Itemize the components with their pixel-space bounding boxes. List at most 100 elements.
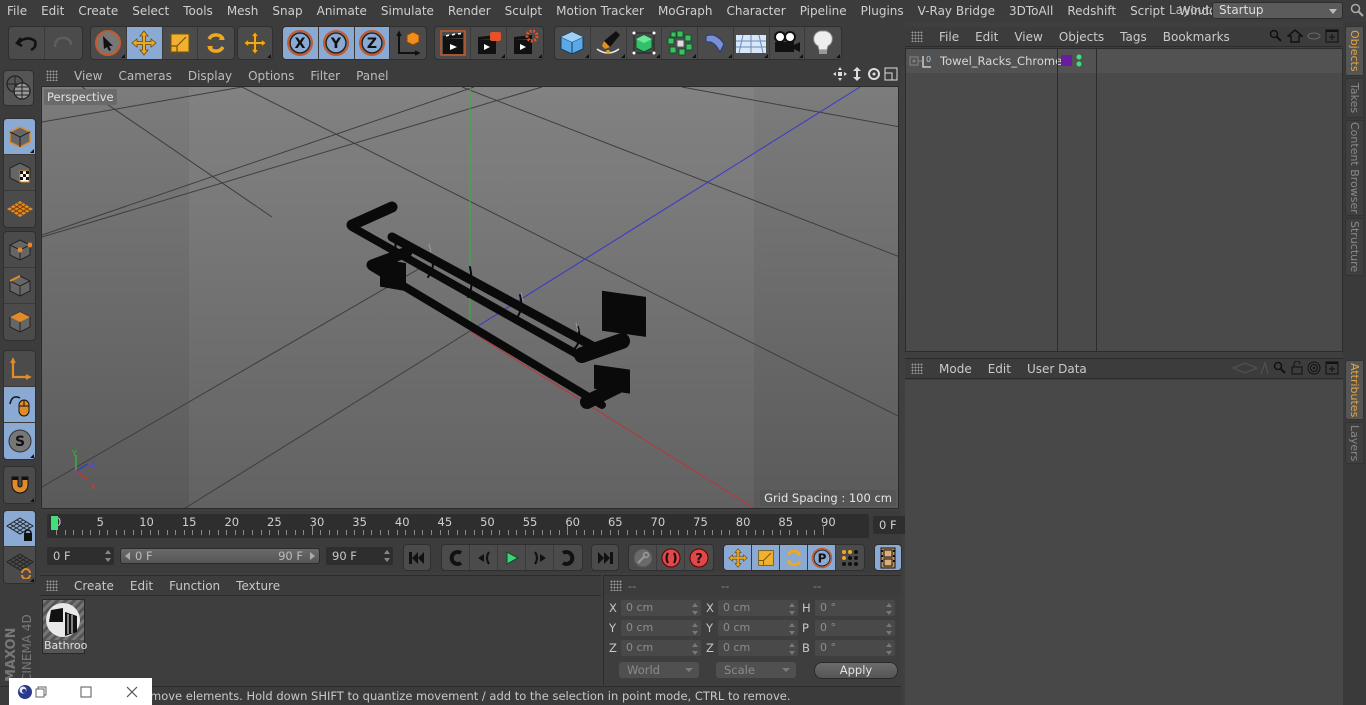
rot-b-field[interactable]: 0 ° bbox=[815, 640, 895, 656]
spinner-icon[interactable] bbox=[789, 623, 795, 635]
move-tool-button[interactable] bbox=[126, 27, 163, 59]
edges-mode-button[interactable] bbox=[4, 268, 35, 304]
key-position-button[interactable] bbox=[724, 545, 752, 570]
menu-plugins[interactable]: Plugins bbox=[854, 4, 911, 18]
menu-motion-tracker[interactable]: Motion Tracker bbox=[549, 4, 651, 18]
object-name[interactable]: Towel_Racks_Chrome bbox=[940, 54, 1062, 68]
back-forward-arrows-icon[interactable] bbox=[1231, 361, 1269, 375]
camera-label[interactable]: Perspective bbox=[44, 89, 117, 105]
workplane-rotate-button[interactable] bbox=[4, 547, 35, 583]
size-z-field[interactable]: 0 cm bbox=[718, 640, 798, 656]
menu-sculpt[interactable]: Sculpt bbox=[498, 4, 549, 18]
menu-tools[interactable]: Tools bbox=[176, 4, 220, 18]
tab-attributes[interactable]: Attributes bbox=[1345, 360, 1364, 420]
spinner-icon[interactable] bbox=[886, 623, 892, 635]
end-frame-field[interactable]: 90 F bbox=[326, 547, 393, 565]
panel-grip-icon[interactable] bbox=[46, 70, 58, 81]
cube-button[interactable] bbox=[555, 27, 591, 59]
apply-button[interactable]: Apply bbox=[814, 662, 898, 679]
panel-grip-icon[interactable] bbox=[911, 31, 923, 42]
maximize-view-icon[interactable] bbox=[884, 67, 898, 81]
material-menu-function[interactable]: Function bbox=[161, 579, 228, 593]
next-key-button[interactable] bbox=[554, 545, 582, 570]
column-divider[interactable] bbox=[1096, 49, 1097, 351]
key-point-level-button[interactable] bbox=[836, 545, 864, 570]
home-icon[interactable] bbox=[1287, 29, 1303, 43]
new-window-icon[interactable] bbox=[1325, 29, 1339, 43]
attributes-menu-edit[interactable]: Edit bbox=[980, 362, 1019, 376]
playhead[interactable] bbox=[51, 516, 58, 530]
object-menu-tags[interactable]: Tags bbox=[1112, 30, 1155, 44]
menu-character[interactable]: Character bbox=[719, 4, 792, 18]
link-icon[interactable] bbox=[1307, 31, 1321, 41]
3d-viewport[interactable]: Y Z X Perspective Grid Spacing : 100 cm bbox=[41, 86, 899, 509]
tab-takes[interactable]: Takes bbox=[1345, 78, 1364, 118]
menu-edit[interactable]: Edit bbox=[34, 4, 71, 18]
attributes-menu-user-data[interactable]: User Data bbox=[1019, 362, 1095, 376]
workplane-mode-button[interactable] bbox=[4, 191, 35, 227]
search-icon[interactable] bbox=[1269, 29, 1283, 43]
restore-window-icon[interactable] bbox=[35, 686, 47, 698]
subdivision-surface-button[interactable] bbox=[627, 27, 663, 59]
viewport-menu-panel[interactable]: Panel bbox=[348, 69, 396, 83]
tab-structure[interactable]: Structure bbox=[1345, 218, 1364, 276]
polygons-mode-button[interactable] bbox=[4, 304, 35, 340]
menu-mograph[interactable]: MoGraph bbox=[651, 4, 720, 18]
auto-keying-button[interactable] bbox=[657, 545, 685, 570]
visibility-dots-icon[interactable] bbox=[1076, 54, 1082, 68]
tab-content-browser[interactable]: Content Browser bbox=[1345, 120, 1364, 216]
timeline-ruler[interactable]: 051015202530354045505560657075808590 bbox=[47, 514, 869, 538]
object-menu-edit[interactable]: Edit bbox=[967, 30, 1006, 44]
pos-z-field[interactable]: 0 cm bbox=[621, 640, 701, 656]
lock-workplane-button[interactable] bbox=[4, 511, 35, 547]
unlock-icon[interactable] bbox=[1291, 361, 1303, 375]
timeline-window-button[interactable] bbox=[875, 545, 901, 570]
rot-p-field[interactable]: 0 ° bbox=[815, 620, 895, 636]
maximize-window-icon[interactable] bbox=[80, 686, 92, 698]
key-parameter-button[interactable]: P bbox=[808, 545, 836, 570]
material-menu-texture[interactable]: Texture bbox=[228, 579, 288, 593]
menu-vray-bridge[interactable]: V-Ray Bridge bbox=[911, 4, 1002, 18]
material-swatch[interactable]: Bathroo bbox=[42, 599, 87, 654]
menu-3dtoall[interactable]: 3DToAll bbox=[1002, 4, 1060, 18]
axis-mode-button[interactable] bbox=[4, 351, 35, 387]
menu-select[interactable]: Select bbox=[125, 4, 176, 18]
panel-grip-icon[interactable] bbox=[46, 580, 58, 591]
spinner-icon[interactable] bbox=[692, 623, 698, 635]
menu-create[interactable]: Create bbox=[71, 4, 125, 18]
object-menu-view[interactable]: View bbox=[1006, 30, 1050, 44]
menu-simulate[interactable]: Simulate bbox=[374, 4, 441, 18]
size-y-field[interactable]: 0 cm bbox=[718, 620, 798, 636]
menu-pipeline[interactable]: Pipeline bbox=[793, 4, 854, 18]
start-frame-field[interactable]: 0 F bbox=[47, 547, 114, 565]
key-scale-button[interactable] bbox=[752, 545, 780, 570]
size-mode-dropdown[interactable]: Scale bbox=[716, 662, 796, 678]
z-axis-lock-button[interactable]: Z bbox=[354, 27, 391, 59]
light-button[interactable] bbox=[805, 27, 841, 59]
go-to-end-button[interactable] bbox=[592, 545, 618, 570]
search-icon[interactable] bbox=[1273, 361, 1287, 375]
panel-grip-icon[interactable] bbox=[610, 580, 622, 591]
menu-script[interactable]: Script bbox=[1123, 4, 1172, 18]
size-x-field[interactable]: 0 cm bbox=[718, 600, 798, 616]
viewport-menu-options[interactable]: Options bbox=[240, 69, 302, 83]
menu-snap[interactable]: Snap bbox=[265, 4, 309, 18]
search-icon[interactable] bbox=[1350, 3, 1364, 17]
spinner-icon[interactable] bbox=[105, 550, 111, 562]
undo-button[interactable] bbox=[9, 27, 45, 59]
render-settings-button[interactable] bbox=[507, 27, 543, 59]
viewport-menu-cameras[interactable]: Cameras bbox=[110, 69, 179, 83]
pos-x-field[interactable]: 0 cm bbox=[621, 600, 701, 616]
spinner-icon[interactable] bbox=[789, 603, 795, 615]
rotate-view-icon[interactable] bbox=[867, 67, 881, 81]
layer-color-swatch[interactable] bbox=[1061, 55, 1072, 66]
material-menu-edit[interactable]: Edit bbox=[122, 579, 161, 593]
range-left-arrow-icon[interactable] bbox=[125, 552, 130, 560]
tweak-mode-button[interactable] bbox=[4, 387, 35, 423]
previous-frame-button[interactable] bbox=[470, 545, 498, 570]
play-button[interactable] bbox=[498, 545, 526, 570]
render-view-button[interactable] bbox=[435, 27, 471, 59]
rot-h-field[interactable]: 0 ° bbox=[815, 600, 895, 616]
preview-range-slider[interactable]: 0 F 90 F bbox=[120, 548, 320, 564]
texture-mode-button[interactable] bbox=[4, 155, 35, 191]
